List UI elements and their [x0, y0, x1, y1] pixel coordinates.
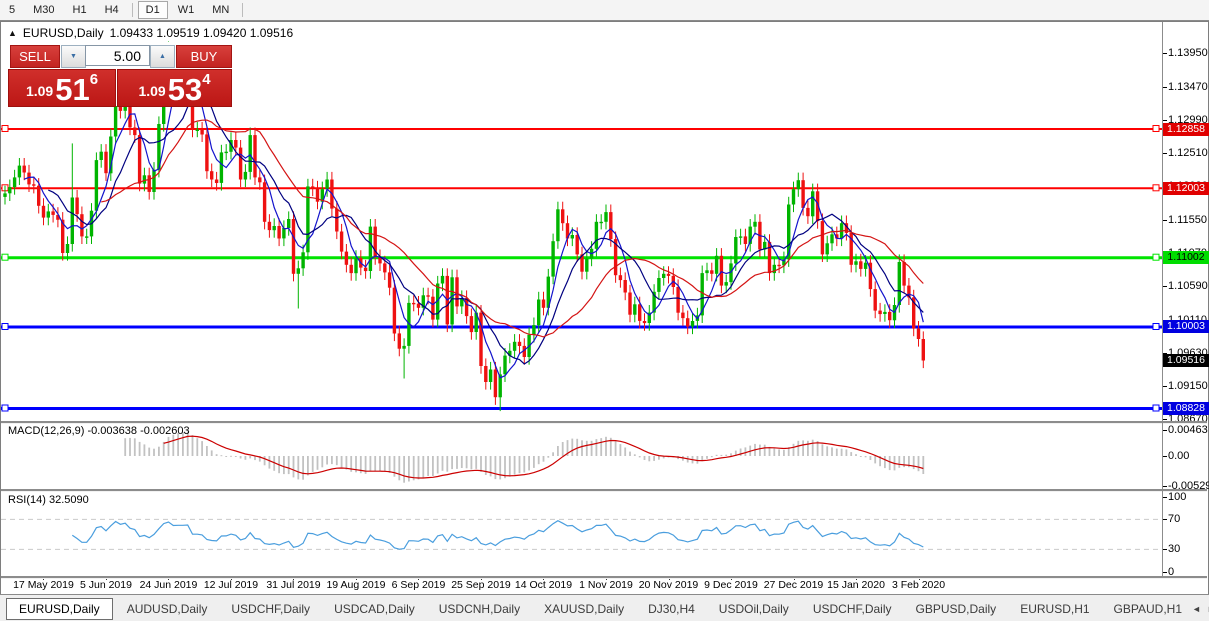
date-axis-divider	[1, 576, 1207, 579]
timeframe-5[interactable]: 5	[1, 1, 23, 19]
chart-title: ▲ EURUSD,Daily 1.09433 1.09519 1.09420 1…	[8, 26, 293, 40]
trading-app-window: 5 M30 H1 H4 D1 W1 MN ▲ EURUSD,Daily 1.09433 1.…	[0, 0, 1209, 621]
price-tick-mark	[1163, 286, 1167, 287]
price-tick-label: 1.13470	[1168, 81, 1208, 93]
volume-increase-button[interactable]: ▲	[150, 45, 175, 68]
volume-decrease-button[interactable]: ▼	[61, 45, 86, 68]
timeframe-H1[interactable]: H1	[65, 1, 95, 19]
timeframe-W1[interactable]: W1	[170, 1, 203, 19]
tab-scroll-controls: ◄►	[1192, 604, 1209, 614]
tab-AUDUSD-Daily[interactable]: AUDUSD,Daily	[117, 598, 218, 620]
price-tick-mark	[1163, 120, 1167, 121]
rsi-tick-mark	[1163, 497, 1167, 498]
rsi-line	[1, 518, 1162, 550]
chart-tab-bar: EURUSD,Daily AUDUSD,Daily USDCHF,Daily USDC…	[0, 594, 1209, 621]
rsi-tick-mark	[1163, 549, 1167, 550]
tab-EURUSD-Daily[interactable]: EURUSD,Daily	[6, 597, 113, 620]
price-tick-label: 1.13950	[1168, 47, 1208, 59]
sell-price-pips: 51	[55, 72, 90, 107]
macd-indicator-label: MACD(12,26,9) -0.003638 -0.002603	[8, 425, 190, 437]
macd-axis-label: 0.00463	[1168, 424, 1208, 436]
price-tick-mark	[1163, 153, 1167, 154]
tab-GBPAUD-H1[interactable]: GBPAUD,H1	[1104, 598, 1192, 620]
rsi-indicator-label: RSI(14) 32.5090	[8, 494, 89, 506]
price-level-box: 1.11002	[1163, 251, 1209, 264]
sell-price-figure: 1.09	[25, 83, 54, 99]
price-tick-label: 1.09150	[1168, 380, 1208, 392]
tab-DJ30-H4[interactable]: DJ30,H4	[638, 598, 705, 620]
rsi-tick-mark	[1163, 572, 1167, 573]
price-tick-label: 1.11550	[1168, 214, 1207, 226]
macd-axis-label: 0.00	[1168, 450, 1190, 462]
date-label: 3 Feb 2020	[891, 579, 946, 591]
chart-ohlc-values: 1.09433 1.09519 1.09420 1.09516	[109, 26, 294, 40]
current-price-box: 1.09516	[1163, 354, 1209, 367]
rsi-tick-mark	[1163, 519, 1167, 520]
price-tick-mark	[1163, 386, 1167, 387]
rsi-axis-label: 30	[1168, 543, 1181, 555]
tab-XAUUSD-Daily[interactable]: XAUUSD,Daily	[534, 598, 634, 620]
rsi-panel-divider[interactable]	[1, 489, 1207, 492]
arrow-down-icon: ▼	[70, 53, 77, 60]
macd-panel-divider[interactable]	[1, 421, 1207, 424]
toolbar-separator	[242, 3, 244, 17]
arrow-up-icon: ▲	[159, 53, 166, 60]
tabs-scroll-left-button[interactable]: ◄	[1192, 604, 1201, 614]
tab-USDCHF-Daily[interactable]: USDCHF,Daily	[803, 598, 902, 620]
tab-USDCHF-Daily[interactable]: USDCHF,Daily	[221, 598, 320, 620]
timeframe-H4[interactable]: H4	[97, 1, 127, 19]
price-tick-mark	[1163, 220, 1167, 221]
price-tick-mark	[1163, 87, 1167, 88]
timeframe-toolbar: 5 M30 H1 H4 D1 W1 MN	[0, 0, 1209, 21]
macd-tick-mark	[1163, 430, 1167, 431]
timeframe-D1[interactable]: D1	[137, 1, 168, 19]
rsi-axis-label: 100	[1168, 491, 1187, 503]
timeframe-M30[interactable]: M30	[25, 1, 62, 19]
collapse-chart-icon[interactable]: ▲	[8, 28, 17, 38]
price-tick-label: 1.10590	[1168, 280, 1208, 292]
volume-input[interactable]	[85, 45, 150, 66]
tab-USDOil-Daily[interactable]: USDOil,Daily	[709, 598, 799, 620]
price-level-box: 1.12003	[1163, 182, 1209, 195]
price-tick-label: 1.12510	[1168, 147, 1208, 159]
macd-tick-mark	[1163, 486, 1167, 487]
rsi-axis-label: 70	[1168, 513, 1181, 525]
price-level-box: 1.10003	[1163, 320, 1209, 333]
toolbar-separator	[131, 3, 133, 17]
macd-tick-mark	[1163, 456, 1167, 457]
price-tick-mark	[1163, 53, 1167, 54]
price-axis-separator	[1162, 22, 1163, 577]
buy-price-point: 4	[202, 71, 211, 88]
tab-GBPUSD-Daily[interactable]: GBPUSD,Daily	[906, 598, 1007, 620]
chart-symbol-label: EURUSD,Daily	[22, 26, 104, 40]
buy-price-figure: 1.09	[138, 83, 166, 99]
tab-EURUSD-H1[interactable]: EURUSD,H1	[1010, 598, 1099, 620]
sell-button[interactable]: SELL	[10, 45, 60, 68]
price-level-box: 1.08828	[1163, 402, 1209, 415]
timeframe-MN[interactable]: MN	[204, 1, 237, 19]
buy-button[interactable]: BUY	[176, 45, 232, 68]
buy-price-pips: 53	[167, 72, 203, 107]
sell-price-display[interactable]: 1.09 51 6	[8, 69, 116, 107]
tab-USDCNH-Daily[interactable]: USDCNH,Daily	[429, 598, 530, 620]
macd-histogram	[124, 431, 925, 483]
price-level-box: 1.12858	[1163, 123, 1209, 136]
tab-USDCAD-Daily[interactable]: USDCAD,Daily	[324, 598, 425, 620]
buy-price-display[interactable]: 1.09 53 4	[117, 69, 232, 107]
sell-price-point: 6	[89, 71, 99, 88]
price-tick-mark	[1163, 419, 1167, 420]
